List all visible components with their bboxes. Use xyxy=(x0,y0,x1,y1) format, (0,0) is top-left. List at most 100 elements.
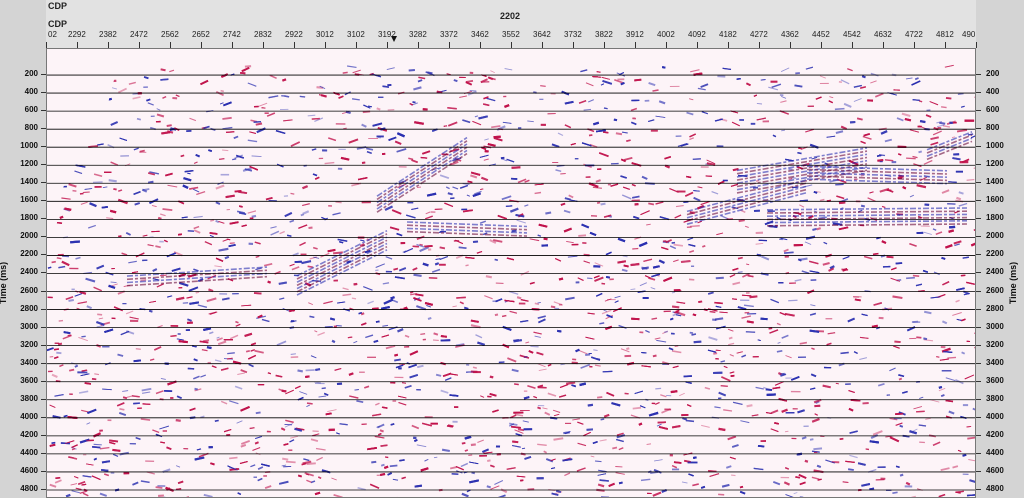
wiggle-stroke xyxy=(962,453,967,457)
wiggle-stroke xyxy=(140,279,147,282)
wiggle-stroke xyxy=(692,158,701,160)
wiggle-stroke xyxy=(601,282,606,285)
wiggle-stroke xyxy=(615,132,623,136)
wiggle-stroke xyxy=(835,183,844,186)
wiggle-stroke xyxy=(101,460,111,464)
wiggle-stroke xyxy=(435,373,442,377)
wiggle-stroke xyxy=(427,316,432,320)
wiggle-stroke xyxy=(911,495,916,497)
wiggle-stroke xyxy=(306,462,316,465)
y-tick-label-right: 1600 xyxy=(986,195,1004,205)
wiggle-stroke xyxy=(593,349,598,352)
y-tick-mark-right xyxy=(976,164,981,166)
wiggle-stroke xyxy=(594,460,602,463)
wiggle-stroke xyxy=(776,349,783,353)
wiggle-stroke xyxy=(285,460,296,464)
wiggle-stroke xyxy=(315,368,321,371)
wiggle-stroke xyxy=(816,227,822,231)
wiggle-stroke xyxy=(558,277,564,281)
wiggle-stroke xyxy=(59,215,64,219)
wiggle-stroke xyxy=(537,406,542,410)
x-tick-label: 4722 xyxy=(905,30,923,39)
cursor-marker-icon[interactable] xyxy=(391,36,397,42)
wiggle-stroke xyxy=(375,320,380,323)
wiggle-stroke xyxy=(467,180,473,184)
wiggle-stroke xyxy=(379,429,384,433)
y-tick-mark-right xyxy=(976,74,981,76)
wiggle-stroke xyxy=(148,180,154,184)
wiggle-stroke xyxy=(91,378,97,381)
y-tick-label-right: 2800 xyxy=(986,303,1004,313)
seismic-section[interactable] xyxy=(46,48,976,498)
y-tick-mark-right xyxy=(976,254,981,256)
wiggle-stroke xyxy=(899,424,904,428)
wiggle-stroke xyxy=(941,256,946,260)
wiggle-stroke xyxy=(222,149,229,152)
wiggle-stroke xyxy=(938,385,943,389)
wiggle-stroke xyxy=(854,298,861,302)
y-tick-mark-right xyxy=(976,398,981,400)
wiggle-stroke xyxy=(512,440,519,444)
x-tick-label: 4182 xyxy=(719,30,737,39)
y-tick-label-right: 4000 xyxy=(986,411,1004,421)
y-tick-label-left: 4600 xyxy=(20,465,38,475)
wiggle-stroke xyxy=(892,491,898,494)
wiggle-stroke xyxy=(777,372,782,376)
wiggle-stroke xyxy=(947,356,957,359)
wiggle-stroke xyxy=(596,201,601,204)
wiggle-stroke xyxy=(255,122,263,126)
wiggle-stroke xyxy=(424,244,433,248)
wiggle-stroke xyxy=(166,124,172,127)
wiggle-stroke xyxy=(746,320,754,324)
wiggle-stroke xyxy=(543,237,548,241)
wiggle-stroke xyxy=(765,388,773,391)
x-tick-label: 2472 xyxy=(130,30,148,39)
wiggle-stroke xyxy=(383,465,389,469)
wiggle-stroke xyxy=(966,425,972,428)
wiggle-stroke xyxy=(673,243,684,247)
y-tick-label-left: 2600 xyxy=(20,285,38,295)
wiggle-stroke xyxy=(940,106,947,109)
wiggle-stroke xyxy=(461,442,466,445)
y-tick-mark-right xyxy=(976,200,981,202)
y-tick-label-right: 1400 xyxy=(986,177,1004,187)
wiggle-stroke xyxy=(441,448,450,453)
wiggle-stroke xyxy=(603,131,609,134)
wiggle-stroke xyxy=(956,196,962,201)
wiggle-stroke xyxy=(494,313,499,317)
wiggle-stroke xyxy=(413,273,422,277)
wiggle-stroke xyxy=(671,291,676,294)
wiggle-stroke xyxy=(689,224,700,228)
wiggle-stroke xyxy=(393,267,399,271)
y-tick-label-right: 800 xyxy=(986,123,1000,133)
wiggle-stroke xyxy=(924,310,932,315)
y-tick-label-left: 4800 xyxy=(20,483,38,493)
wiggle-stroke xyxy=(155,486,163,489)
wiggle-stroke xyxy=(949,225,956,229)
y-tick-label-right: 4600 xyxy=(986,465,1004,475)
y-tick-label-right: 2200 xyxy=(986,249,1004,259)
wiggle-stroke xyxy=(514,383,519,386)
y-tick-label-left: 4000 xyxy=(20,411,38,421)
wiggle-stroke xyxy=(700,485,706,489)
wiggle-stroke xyxy=(465,264,469,267)
wiggle-stroke xyxy=(847,468,854,471)
wiggle-stroke xyxy=(760,78,766,81)
wiggle-stroke xyxy=(389,464,398,468)
wiggle-stroke xyxy=(235,320,239,324)
wiggle-stroke xyxy=(56,222,63,224)
wiggle-stroke xyxy=(368,105,372,108)
x-tick-label: 2292 xyxy=(68,30,86,39)
wiggle-stroke xyxy=(736,78,741,80)
wiggle-stroke xyxy=(162,208,173,211)
wiggle-stroke xyxy=(297,474,302,478)
wiggle-stroke xyxy=(118,235,122,238)
wiggle-stroke xyxy=(852,295,862,298)
y-tick-mark-right xyxy=(976,434,981,436)
x-tick-label: 4542 xyxy=(843,30,861,39)
x-tick-label: 2652 xyxy=(192,30,210,39)
wiggle-stroke xyxy=(109,439,119,443)
wiggle-stroke xyxy=(877,159,884,162)
wiggle-stroke xyxy=(975,496,976,497)
wiggle-stroke xyxy=(809,438,814,441)
